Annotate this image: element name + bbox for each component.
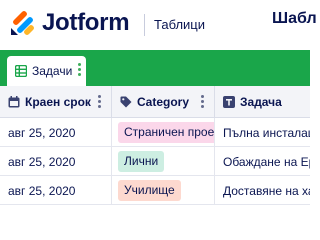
due-date-cell[interactable]: авг 25, 2020 [0, 147, 112, 176]
column-header-label: Задача [240, 95, 282, 109]
top-bar: Jotform Таблици Шабл [0, 0, 317, 50]
task-text: Обаждане на Ерика [223, 155, 310, 169]
due-date-cell[interactable]: авг 25, 2020 [0, 176, 112, 205]
category-tag: Страничен проект [118, 122, 214, 143]
tag-icon [120, 96, 132, 108]
task-cell[interactable]: Доставяне на харт [215, 176, 310, 205]
due-date-text: авг 25, 2020 [8, 126, 76, 140]
category-tag: Училище [118, 180, 181, 201]
category-cell[interactable]: Училище [112, 176, 215, 205]
column-header-label: Category [137, 95, 190, 109]
table-row[interactable]: авг 25, 2020 Училище Доставяне на харт [0, 176, 310, 205]
tab-zadachi[interactable]: Задачи [7, 56, 86, 86]
due-date-cell[interactable]: авг 25, 2020 [0, 118, 112, 147]
table-row[interactable]: авг 25, 2020 Лични Обаждане на Ерика [0, 147, 310, 176]
header-divider [144, 14, 145, 36]
due-date-text: авг 25, 2020 [8, 184, 76, 198]
tab-bar: Задачи [0, 50, 310, 86]
column-menu-icon[interactable] [200, 95, 204, 111]
due-date-text: авг 25, 2020 [8, 155, 76, 169]
column-header-due-date[interactable]: Краен срок [0, 86, 112, 118]
page-title[interactable]: Шабл [272, 10, 317, 28]
table-header-row: Краен срок Category Задача [0, 86, 310, 118]
jotform-logo-icon[interactable] [8, 9, 38, 37]
brand-name: Jotform [42, 9, 130, 36]
task-text: Пълна инсталация [223, 126, 310, 140]
task-text: Доставяне на харт [223, 184, 310, 198]
task-cell[interactable]: Пълна инсталация [215, 118, 310, 147]
column-header-task[interactable]: Задача [215, 86, 310, 118]
task-cell[interactable]: Обаждане на Ерика [215, 147, 310, 176]
table-row[interactable]: авг 25, 2020 Страничен проект Пълна инст… [0, 118, 310, 147]
table-grid-icon [15, 65, 27, 77]
product-name[interactable]: Таблици [154, 17, 205, 33]
column-header-label: Краен срок [25, 95, 91, 109]
calendar-icon [8, 96, 20, 108]
tab-label: Задачи [32, 64, 73, 78]
text-icon [223, 96, 235, 108]
column-header-category[interactable]: Category [112, 86, 215, 118]
category-tag: Лични [118, 151, 165, 172]
category-cell[interactable]: Страничен проект [112, 118, 215, 147]
tab-more-icon[interactable] [77, 63, 81, 79]
column-menu-icon[interactable] [97, 95, 101, 111]
category-cell[interactable]: Лични [112, 147, 215, 176]
